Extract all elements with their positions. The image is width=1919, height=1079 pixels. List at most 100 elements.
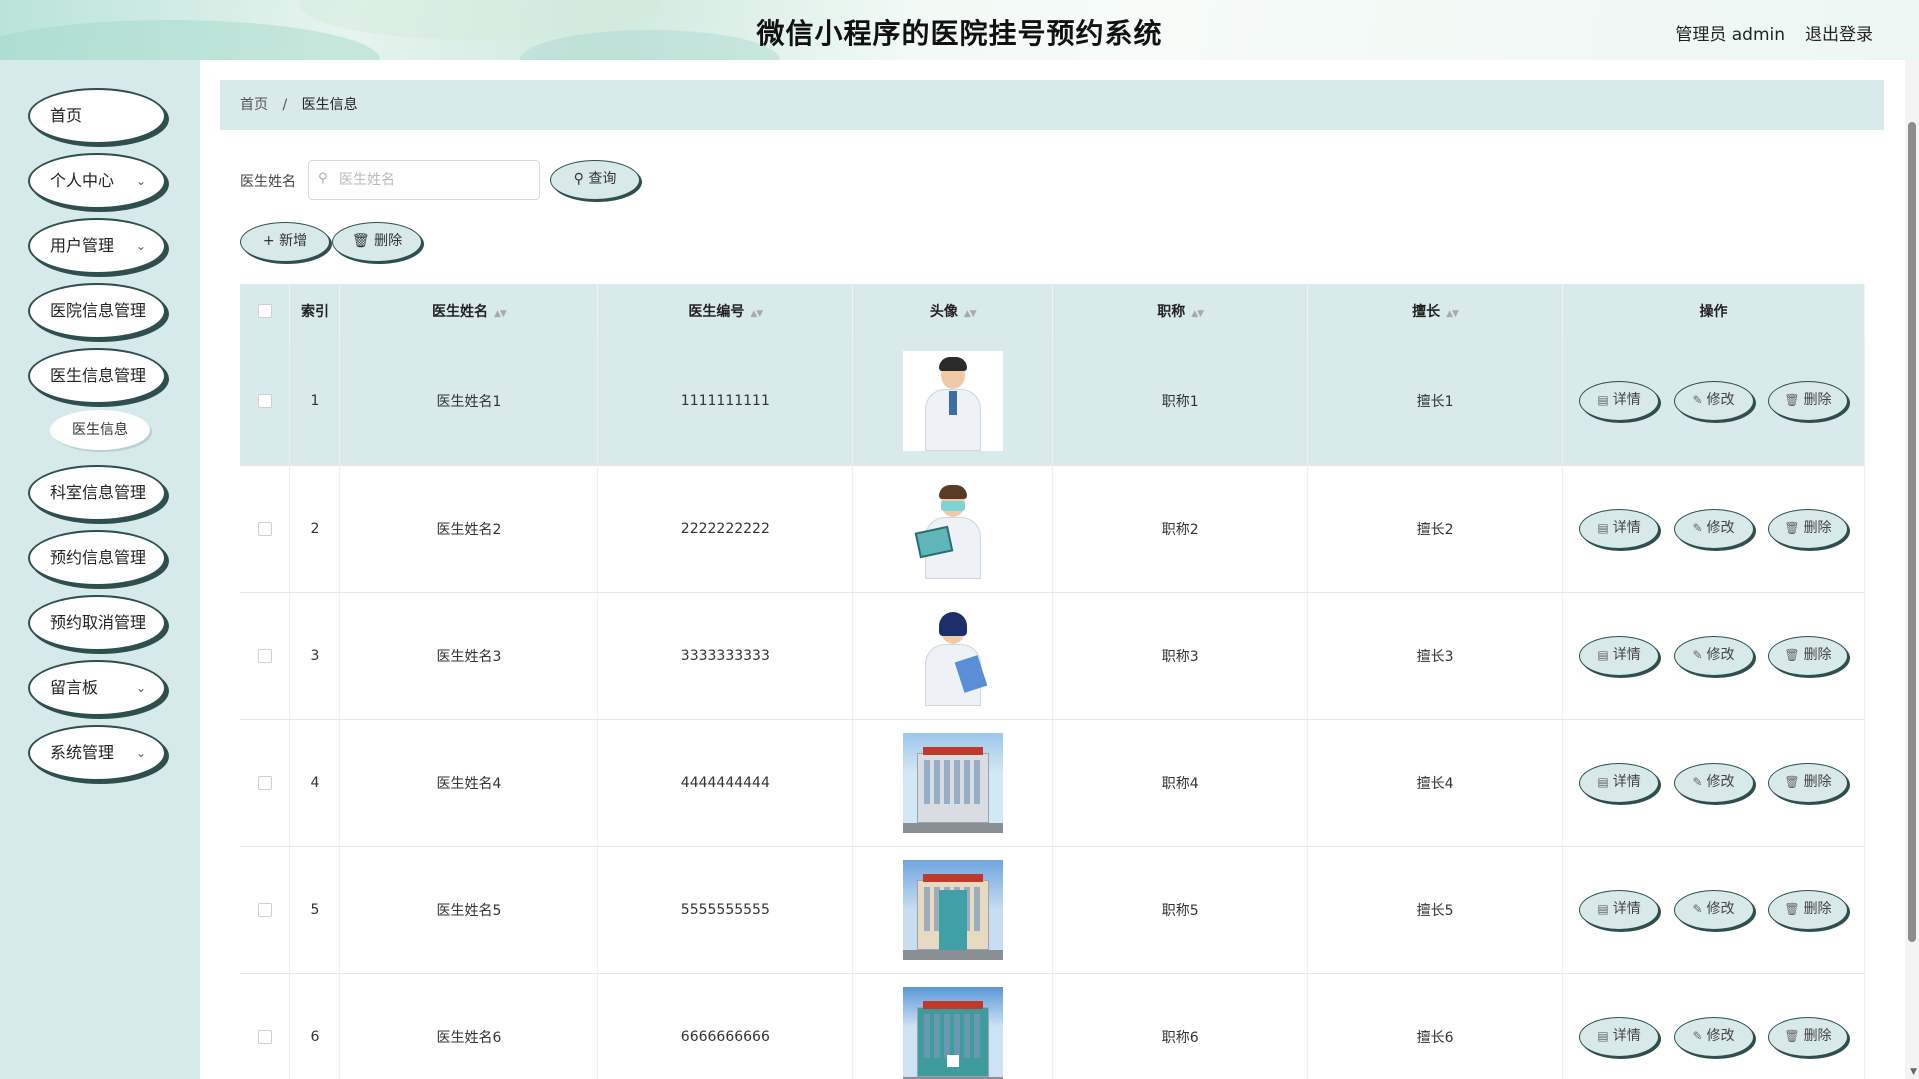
cell-specialty: 擅长3 bbox=[1307, 592, 1564, 720]
row-checkbox[interactable] bbox=[257, 1029, 272, 1044]
pencil-icon: ✎ bbox=[1692, 1028, 1703, 1043]
sidebar-item-personal-center[interactable]: 个人中心 ⌄ bbox=[28, 153, 166, 209]
breadcrumb-home[interactable]: 首页 bbox=[240, 97, 268, 113]
sidebar-item-department-info[interactable]: 科室信息管理 bbox=[28, 465, 166, 521]
trash-icon: 🗑 bbox=[1784, 647, 1800, 662]
detail-button[interactable]: ▤ 详情 bbox=[1579, 381, 1660, 422]
row-checkbox[interactable] bbox=[257, 648, 272, 663]
edit-button[interactable]: ✎ 修改 bbox=[1673, 889, 1754, 930]
row-checkbox[interactable] bbox=[257, 394, 272, 409]
column-header-title[interactable]: 职称 ▲▼ bbox=[1052, 284, 1309, 338]
detail-button[interactable]: ▤ 详情 bbox=[1579, 889, 1660, 930]
sort-icon[interactable]: ▲▼ bbox=[964, 309, 977, 319]
table-row[interactable]: 2 医生姓名2 2222222222 职称2 擅长2 ▤ 详情 ✎ 修改 🗑 删除 bbox=[240, 465, 1865, 593]
sort-icon[interactable]: ▲▼ bbox=[494, 309, 507, 319]
delete-button[interactable]: 🗑 删除 bbox=[1767, 762, 1848, 803]
pencil-icon: ✎ bbox=[1692, 520, 1703, 535]
logout-link[interactable]: 退出登录 bbox=[1805, 20, 1873, 45]
hospital-avatar-image[interactable] bbox=[902, 732, 1003, 833]
table-row[interactable]: 5 医生姓名5 5555555555 职称5 擅长5 ▤ 详情 ✎ 修改 🗑 删除 bbox=[240, 846, 1865, 974]
edit-button[interactable]: ✎ 修改 bbox=[1673, 381, 1754, 422]
sidebar-item-appointment-info[interactable]: 预约信息管理 bbox=[28, 530, 166, 586]
table-row[interactable]: 6 医生姓名6 6666666666 职称6 擅长6 ▤ 详情 ✎ 修改 🗑 删除 bbox=[240, 973, 1865, 1079]
document-icon: ▤ bbox=[1597, 393, 1609, 408]
detail-button[interactable]: ▤ 详情 bbox=[1579, 635, 1660, 676]
cell-index: 4 bbox=[289, 719, 341, 847]
doctor-avatar-image[interactable] bbox=[902, 351, 1003, 452]
cell-specialty: 擅长6 bbox=[1307, 973, 1564, 1079]
column-header-label: 擅长 bbox=[1412, 304, 1441, 320]
delete-button-label: 删除 bbox=[1803, 773, 1832, 790]
sidebar-subitem-doctor-info[interactable]: 医生信息 bbox=[50, 410, 150, 450]
batch-delete-button[interactable]: 🗑 删除 bbox=[332, 222, 422, 262]
sidebar-item-message-board[interactable]: 留言板 ⌄ bbox=[28, 660, 166, 716]
cell-index: 1 bbox=[289, 338, 341, 466]
cell-index: 5 bbox=[289, 846, 341, 974]
cell-actions: ▤ 详情 ✎ 修改 🗑 删除 bbox=[1562, 465, 1865, 593]
cell-name: 医生姓名3 bbox=[339, 592, 599, 720]
doctor-avatar-image[interactable] bbox=[902, 478, 1003, 579]
vertical-scrollbar[interactable]: ▼ bbox=[1905, 60, 1919, 1079]
edit-button[interactable]: ✎ 修改 bbox=[1673, 635, 1754, 676]
column-header-avatar[interactable]: 头像 ▲▼ bbox=[852, 284, 1054, 338]
select-all-checkbox[interactable] bbox=[257, 304, 272, 318]
add-button[interactable]: + 新增 bbox=[240, 222, 330, 262]
query-button[interactable]: ⚲ 查询 bbox=[550, 160, 640, 200]
cell-title: 职称4 bbox=[1052, 719, 1309, 847]
cell-name: 医生姓名1 bbox=[339, 338, 599, 466]
edit-button[interactable]: ✎ 修改 bbox=[1673, 762, 1754, 803]
row-checkbox[interactable] bbox=[257, 902, 272, 917]
select-all-header[interactable] bbox=[240, 284, 291, 338]
row-checkbox[interactable] bbox=[257, 521, 272, 536]
row-checkbox[interactable] bbox=[257, 775, 272, 790]
sidebar-item-appointment-cancel[interactable]: 预约取消管理 bbox=[28, 595, 166, 651]
delete-button[interactable]: 🗑 删除 bbox=[1767, 889, 1848, 930]
doctor-name-search-input[interactable] bbox=[308, 160, 540, 200]
scrollbar-thumb[interactable] bbox=[1908, 122, 1916, 942]
delete-button[interactable]: 🗑 删除 bbox=[1767, 635, 1848, 676]
column-header-code[interactable]: 医生编号 ▲▼ bbox=[597, 284, 854, 338]
sidebar-item-label: 首页 bbox=[50, 106, 83, 125]
edit-button[interactable]: ✎ 修改 bbox=[1673, 1016, 1754, 1057]
sidebar-item-system-management[interactable]: 系统管理 ⌄ bbox=[28, 725, 166, 781]
detail-button-label: 详情 bbox=[1612, 900, 1641, 917]
cell-code: 5555555555 bbox=[597, 846, 854, 974]
edit-button[interactable]: ✎ 修改 bbox=[1673, 508, 1754, 549]
hospital-avatar-image[interactable] bbox=[902, 986, 1003, 1079]
delete-button[interactable]: 🗑 删除 bbox=[1767, 508, 1848, 549]
delete-button[interactable]: 🗑 删除 bbox=[1767, 1016, 1848, 1057]
sidebar-item-label: 留言板 bbox=[50, 678, 99, 697]
column-header-name[interactable]: 医生姓名 ▲▼ bbox=[339, 284, 599, 338]
sort-icon[interactable]: ▲▼ bbox=[750, 309, 763, 319]
detail-button[interactable]: ▤ 详情 bbox=[1579, 762, 1660, 803]
cell-code: 6666666666 bbox=[597, 973, 854, 1079]
search-icon: ⚲ bbox=[573, 171, 584, 187]
sidebar-item-user-management[interactable]: 用户管理 ⌄ bbox=[28, 218, 166, 274]
sidebar-item-label: 系统管理 bbox=[50, 743, 115, 762]
sort-icon[interactable]: ▲▼ bbox=[1446, 309, 1459, 319]
sort-icon[interactable]: ▲▼ bbox=[1191, 309, 1204, 319]
detail-button[interactable]: ▤ 详情 bbox=[1579, 508, 1660, 549]
detail-button-label: 详情 bbox=[1612, 519, 1641, 536]
cell-code: 1111111111 bbox=[597, 338, 854, 466]
sidebar-item-doctor-info[interactable]: 医生信息管理 bbox=[28, 348, 166, 404]
table-row[interactable]: 4 医生姓名4 4444444444 职称4 擅长4 ▤ 详情 ✎ 修改 🗑 删除 bbox=[240, 719, 1865, 847]
cell-actions: ▤ 详情 ✎ 修改 🗑 删除 bbox=[1562, 338, 1865, 466]
cell-code: 2222222222 bbox=[597, 465, 854, 593]
sidebar-item-hospital-info[interactable]: 医院信息管理 bbox=[28, 283, 166, 339]
breadcrumb: 首页 / 医生信息 bbox=[220, 80, 1884, 130]
app-header: 微信小程序的医院挂号预约系统 管理员 admin 退出登录 bbox=[0, 0, 1919, 60]
sidebar-item-home[interactable]: 首页 bbox=[28, 88, 166, 144]
table-row[interactable]: 1 医生姓名1 1111111111 职称1 擅长1 ▤ 详情 ✎ 修改 🗑 删除 bbox=[240, 338, 1865, 466]
delete-button[interactable]: 🗑 删除 bbox=[1767, 381, 1848, 422]
doctor-avatar-image[interactable] bbox=[902, 605, 1003, 706]
pencil-icon: ✎ bbox=[1692, 901, 1703, 916]
trash-icon: 🗑 bbox=[1784, 774, 1800, 789]
column-header-specialty[interactable]: 擅长 ▲▼ bbox=[1307, 284, 1564, 338]
scroll-down-arrow-icon[interactable]: ▼ bbox=[1910, 1067, 1917, 1077]
detail-button[interactable]: ▤ 详情 bbox=[1579, 1016, 1660, 1057]
table-row[interactable]: 3 医生姓名3 3333333333 职称3 擅长3 ▤ 详情 ✎ 修改 🗑 删除 bbox=[240, 592, 1865, 720]
hospital-avatar-image[interactable] bbox=[902, 859, 1003, 960]
plus-icon: + bbox=[262, 233, 275, 249]
sidebar-item-label: 科室信息管理 bbox=[50, 483, 147, 502]
